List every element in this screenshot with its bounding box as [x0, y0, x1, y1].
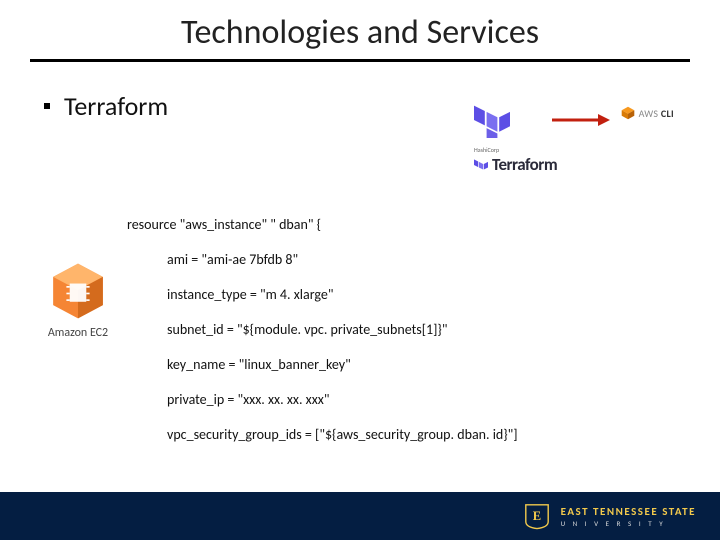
terraform-logo-icon — [474, 102, 510, 138]
code-line: vpc_security_group_ids = ["${aws_securit… — [167, 426, 687, 444]
footer-logo: E EAST TENNESSEE STATE U N I V E R S I T… — [523, 502, 696, 530]
code-line: private_ip = "xxx. xx. xx. xxx" — [167, 391, 687, 409]
aws-cube-icon — [621, 106, 635, 120]
footer-bar: E EAST TENNESSEE STATE U N I V E R S I T… — [0, 492, 720, 540]
code-line: ami = "ami-ae 7bfdb 8" — [167, 251, 687, 269]
arrow-icon — [552, 112, 610, 128]
footer-line1: EAST TENNESSEE STATE — [561, 505, 696, 518]
ec2-label: Amazon EC2 — [34, 326, 122, 340]
footer-text: EAST TENNESSEE STATE U N I V E R S I T Y — [561, 505, 696, 528]
slide-title: Technologies and Services — [0, 0, 720, 53]
bullet-text: Terraform — [64, 90, 168, 122]
footer-line2: U N I V E R S I T Y — [561, 519, 696, 528]
code-blank — [127, 461, 687, 479]
aws-cli-label: AWS CLI — [639, 107, 674, 120]
terraform-cluster: AWS CLI HashiCorp Terraform — [474, 100, 684, 170]
terraform-code-block: resource "aws_instance" " dban" { ami = … — [127, 198, 687, 540]
code-line: resource "aws_instance" " dban" { — [127, 216, 687, 234]
aws-cli-badge: AWS CLI — [621, 106, 674, 120]
code-line: instance_type = "m 4. xlarge" — [167, 286, 687, 304]
slide: Technologies and Services Terraform AWS … — [0, 0, 720, 540]
terraform-wordmark: HashiCorp Terraform — [474, 146, 557, 175]
code-line: subnet_id = "${module. vpc. private_subn… — [167, 321, 687, 339]
title-underline — [30, 59, 690, 62]
svg-text:E: E — [532, 509, 540, 523]
terraform-small-icon — [474, 158, 488, 172]
etsu-shield-icon: E — [523, 502, 551, 530]
code-line: key_name = "linux_banner_key" — [167, 356, 687, 374]
bullet-icon — [44, 103, 50, 109]
ec2-badge: Amazon EC2 — [34, 262, 122, 340]
ec2-icon — [44, 262, 112, 320]
